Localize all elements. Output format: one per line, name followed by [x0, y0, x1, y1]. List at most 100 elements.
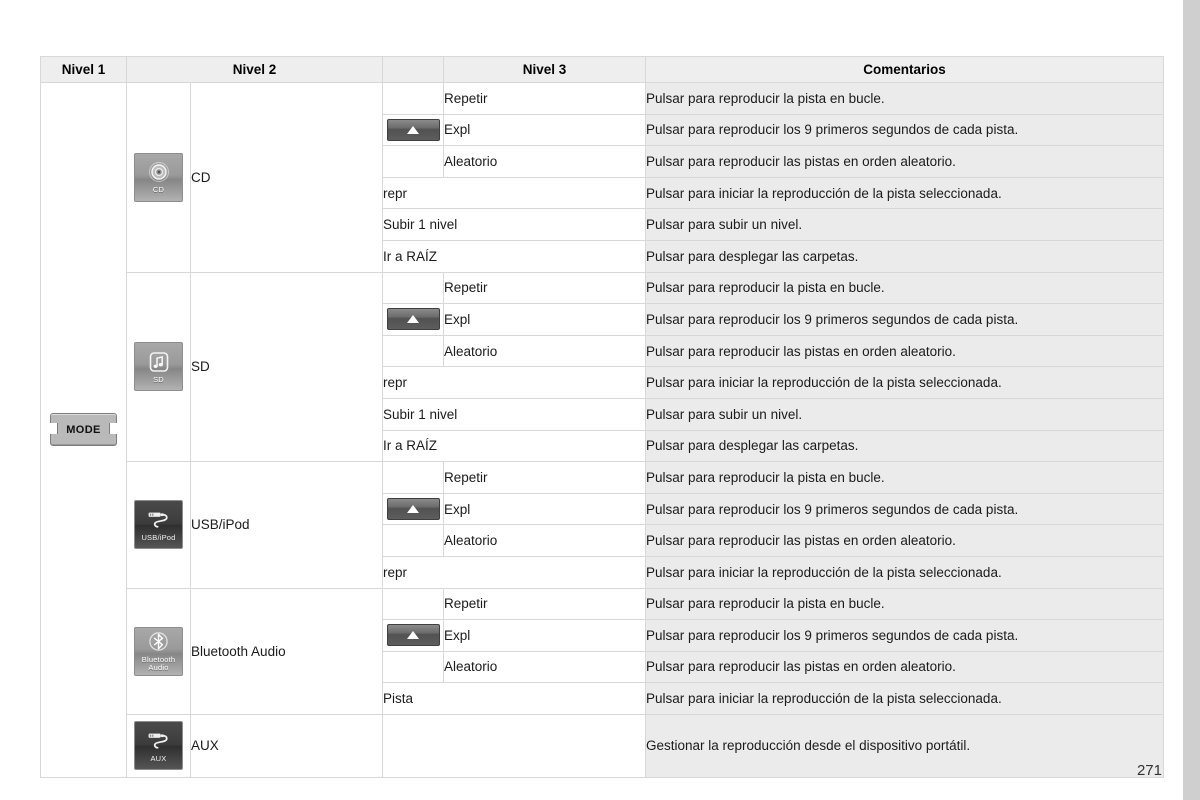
table-body: MODE CD CD Repetir Pulsar para reproducir la… [40, 82, 1164, 778]
header-row: Nivel 1 Nivel 2 Nivel 3 Comentarios [40, 56, 1164, 83]
level2-label-usb-ipod: USB/iPod [190, 461, 383, 589]
level3-label: Ir a RAÍZ [382, 239, 646, 273]
source-icon-cell-aux: AUX [126, 713, 191, 778]
comment-cell: Pulsar para reproducir los 9 primeros se… [645, 619, 1164, 652]
level3-label: Expl [443, 303, 646, 336]
comment-cell: Pulsar para reproducir la pista en bucle… [645, 587, 1164, 621]
comment-cell: Pulsar para reproducir las pistas en ord… [645, 524, 1164, 557]
aux-cable-icon[interactable]: AUX [134, 721, 183, 771]
comment-cell: Pulsar para desplegar las carpetas. [645, 239, 1164, 273]
level3-label: Subir 1 nivel [382, 208, 646, 241]
cd-disc-icon-glyph [148, 160, 170, 184]
page-number: 271 [1136, 762, 1162, 779]
comment-cell: Pulsar para reproducir la pista en bucle… [645, 82, 1164, 115]
comment-cell: Pulsar para iniciar la reproducción de l… [645, 555, 1164, 589]
comment-cell: Pulsar para iniciar la reproducción de l… [645, 682, 1164, 715]
source-tile-label: AUX [150, 753, 167, 763]
sd-music-note-icon-glyph [148, 350, 170, 374]
source-icon-cell-sd: SD [126, 271, 191, 463]
level3-key-cell [382, 303, 444, 336]
level3-label: Aleatorio [443, 524, 646, 557]
level3-key-cell [382, 492, 444, 526]
source-tile-label: SD [153, 374, 164, 384]
header-spacer [382, 56, 444, 83]
level3-label: Repetir [443, 587, 646, 621]
comment-cell: Pulsar para reproducir las pistas en ord… [645, 334, 1164, 368]
level3-key-cell [382, 587, 444, 621]
level3-key-cell [382, 271, 444, 305]
audio-source-matrix-table: Nivel 1 Nivel 2 Nivel 3 Comentarios MODE… [40, 56, 1164, 778]
table-row: USB/iPod USB/iPod Repetir Pulsar para repro… [41, 461, 1164, 589]
up-arrow-soft-key[interactable] [386, 498, 440, 521]
comment-cell: Pulsar para reproducir los 9 primeros se… [645, 113, 1164, 147]
level2-label-bluetooth-audio: Bluetooth Audio [190, 587, 383, 715]
mode-hard-key[interactable]: MODE [50, 413, 117, 447]
page-edge-strip [1183, 0, 1200, 800]
level3-key-cell [382, 650, 444, 684]
level2-label-aux: AUX [190, 713, 383, 778]
level3-label: Expl [443, 492, 646, 526]
level3-label: Aleatorio [443, 650, 646, 684]
header-level2: Nivel 2 [126, 56, 383, 83]
comment-cell: Pulsar para subir un nivel. [645, 397, 1164, 431]
manual-page: Nivel 1 Nivel 2 Nivel 3 Comentarios MODE… [0, 0, 1200, 800]
triangle-up-icon [407, 631, 419, 640]
level3-label: Expl [443, 619, 646, 652]
source-tile-label: USB/iPod [141, 532, 176, 542]
source-tile-label: CD [152, 185, 165, 195]
level3-label: Subir 1 nivel [382, 397, 646, 431]
up-arrow-soft-key[interactable] [386, 624, 440, 647]
usb-cable-icon-glyph [146, 508, 172, 532]
comment-cell: Pulsar para reproducir la pista en bucle… [645, 461, 1164, 494]
up-arrow-soft-key[interactable] [386, 118, 440, 141]
level3-label [382, 713, 646, 778]
comment-cell: Pulsar para subir un nivel. [645, 208, 1164, 241]
comment-cell: Pulsar para iniciar la reproducción de l… [645, 176, 1164, 210]
triangle-up-icon [407, 505, 419, 514]
triangle-up-icon [407, 125, 419, 134]
level3-key-cell [382, 113, 444, 147]
level2-label-sd: SD [190, 271, 383, 463]
source-icon-cell-bluetooth-audio: Bluetooth Audio [126, 587, 191, 715]
level1-mode-cell: MODE [40, 82, 127, 778]
level3-label: Pista [382, 682, 646, 715]
level3-key-cell [382, 145, 444, 178]
comment-cell: Pulsar para reproducir los 9 primeros se… [645, 492, 1164, 526]
up-arrow-soft-key[interactable] [386, 308, 440, 331]
level3-label: Ir a RAÍZ [382, 429, 646, 463]
bluetooth-icon[interactable]: Bluetooth Audio [134, 626, 183, 676]
level3-label: repr [382, 366, 646, 399]
level3-label: Aleatorio [443, 334, 646, 368]
level3-label: repr [382, 555, 646, 589]
level3-label: Aleatorio [443, 145, 646, 178]
bluetooth-icon-glyph [148, 630, 169, 654]
table-row: AUX AUX Gestionar la reproducción desde el… [41, 713, 1164, 778]
aux-cable-icon-glyph [146, 729, 172, 753]
comment-cell: Pulsar para reproducir las pistas en ord… [645, 650, 1164, 684]
mode-key-label: MODE [66, 423, 101, 436]
comment-cell: Pulsar para iniciar la reproducción de l… [645, 366, 1164, 399]
cd-disc-icon[interactable]: CD [134, 152, 183, 202]
source-tile-label: Bluetooth Audio [141, 654, 176, 673]
source-icon-cell-usb-ipod: USB/iPod [126, 461, 191, 589]
level3-key-cell [382, 334, 444, 368]
comment-cell: Gestionar la reproducción desde el dispo… [645, 713, 1164, 778]
sd-music-note-icon[interactable]: SD [134, 342, 183, 392]
comment-cell: Pulsar para reproducir la pista en bucle… [645, 271, 1164, 305]
usb-cable-icon[interactable]: USB/iPod [134, 500, 183, 550]
audio-source-table-wrapper: Nivel 1 Nivel 2 Nivel 3 Comentarios MODE… [40, 56, 1164, 778]
level3-key-cell [382, 461, 444, 494]
table-row: Bluetooth Audio Bluetooth Audio Repetir Puls… [41, 587, 1164, 715]
comment-cell: Pulsar para desplegar las carpetas. [645, 429, 1164, 463]
level3-key-cell [382, 524, 444, 557]
table-header: Nivel 1 Nivel 2 Nivel 3 Comentarios [40, 56, 1164, 83]
triangle-up-icon [407, 315, 419, 324]
table-row: SD SD Repetir Pulsar para reproducir la pis… [41, 271, 1164, 463]
level3-label: Repetir [443, 271, 646, 305]
level3-label: Repetir [443, 82, 646, 115]
source-icon-cell-cd: CD [126, 82, 191, 273]
level2-label-cd: CD [190, 82, 383, 273]
comment-cell: Pulsar para reproducir las pistas en ord… [645, 145, 1164, 178]
level3-label: Expl [443, 113, 646, 147]
comment-cell: Pulsar para reproducir los 9 primeros se… [645, 303, 1164, 336]
